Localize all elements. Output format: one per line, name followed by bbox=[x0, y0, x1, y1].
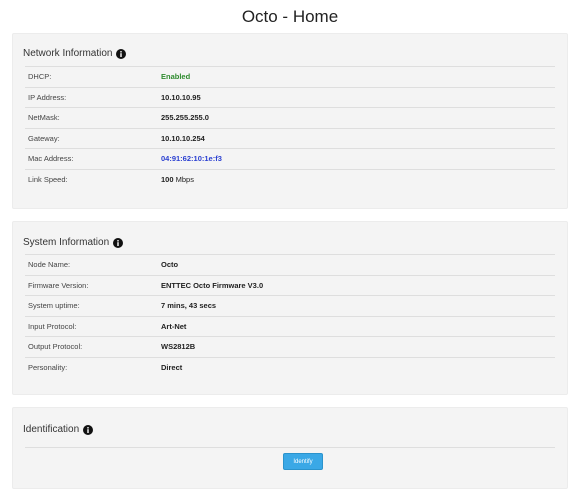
input-protocol-label: Input Protocol: bbox=[28, 321, 77, 331]
identification-title: Identification bbox=[23, 424, 80, 435]
system-uptime-value: 7 mins, 43 secs bbox=[161, 301, 217, 310]
identification-panel: Identification Identify bbox=[12, 407, 568, 489]
ip-address-label: IP Address: bbox=[28, 92, 67, 102]
link-speed-label: Link Speed: bbox=[28, 174, 68, 184]
identify-area: Identify bbox=[25, 447, 555, 478]
info-icon[interactable] bbox=[116, 48, 127, 59]
page-title: Octo - Home bbox=[241, 7, 339, 26]
table-row: Personality: Direct bbox=[25, 356, 555, 378]
identify-button[interactable]: Identify bbox=[283, 453, 323, 470]
table-row: Firmware Version: ENTTEC Octo Firmware V… bbox=[25, 274, 555, 296]
netmask-label: NetMask: bbox=[28, 113, 60, 122]
mac-address-label: Mac Address: bbox=[28, 154, 74, 163]
node-name-value: Octo bbox=[161, 260, 179, 269]
link-speed-number: 100 bbox=[161, 174, 174, 184]
netmask-value: 255.255.255.0 bbox=[161, 113, 209, 122]
output-protocol-label: Output Protocol: bbox=[28, 342, 83, 351]
network-information-panel: Network Information DHCP: Enabled IP Add… bbox=[12, 33, 568, 209]
gateway-value: 10.10.10.254 bbox=[161, 133, 205, 143]
system-information-table: Node Name: Octo Firmware Version: ENTTEC… bbox=[25, 254, 555, 377]
table-row: NetMask: 255.255.255.0 bbox=[25, 107, 555, 128]
dhcp-value: Enabled bbox=[161, 72, 191, 81]
table-row: Node Name: Octo bbox=[25, 254, 555, 275]
system-information-title: System Information bbox=[23, 237, 110, 248]
table-row: Output Protocol: WS2812B bbox=[25, 336, 555, 357]
system-information-panel: System Information Node Name: Octo Firmw… bbox=[12, 221, 568, 395]
ip-address-value: 10.10.10.95 bbox=[161, 92, 201, 102]
mac-address-value: 04:91:62:10:1e:f3 bbox=[161, 154, 222, 163]
network-information-header: Network Information bbox=[23, 48, 127, 59]
table-row: IP Address: 10.10.10.95 bbox=[25, 86, 555, 108]
gateway-label: Gateway: bbox=[28, 133, 60, 143]
network-information-title: Network Information bbox=[23, 48, 113, 59]
table-row: Input Protocol: Art-Net bbox=[25, 315, 555, 337]
link-speed-value: 100 Mbps bbox=[161, 175, 194, 184]
dhcp-label: DHCP: bbox=[28, 72, 52, 81]
info-icon[interactable] bbox=[83, 424, 94, 435]
info-icon[interactable] bbox=[113, 237, 124, 248]
table-row: Mac Address: 04:91:62:10:1e:f3 bbox=[25, 148, 555, 169]
table-row: Link Speed: 100 Mbps bbox=[25, 168, 555, 190]
identification-header: Identification bbox=[23, 424, 94, 435]
personality-label: Personality: bbox=[28, 362, 68, 372]
input-protocol-value: Art-Net bbox=[161, 321, 187, 331]
system-information-header: System Information bbox=[23, 237, 124, 248]
node-name-label: Node Name: bbox=[28, 260, 71, 269]
system-uptime-label: System uptime: bbox=[28, 301, 80, 310]
output-protocol-value: WS2812B bbox=[161, 342, 196, 351]
network-information-table: DHCP: Enabled IP Address: 10.10.10.95 Ne… bbox=[25, 66, 555, 189]
table-row: DHCP: Enabled bbox=[25, 66, 555, 87]
table-row: Gateway: 10.10.10.254 bbox=[25, 127, 555, 149]
table-row: System uptime: 7 mins, 43 secs bbox=[25, 295, 555, 316]
firmware-version-value: ENTTEC Octo Firmware V3.0 bbox=[161, 280, 264, 290]
firmware-version-label: Firmware Version: bbox=[28, 280, 89, 290]
personality-value: Direct bbox=[161, 362, 183, 372]
link-speed-unit: Mbps bbox=[175, 174, 194, 184]
